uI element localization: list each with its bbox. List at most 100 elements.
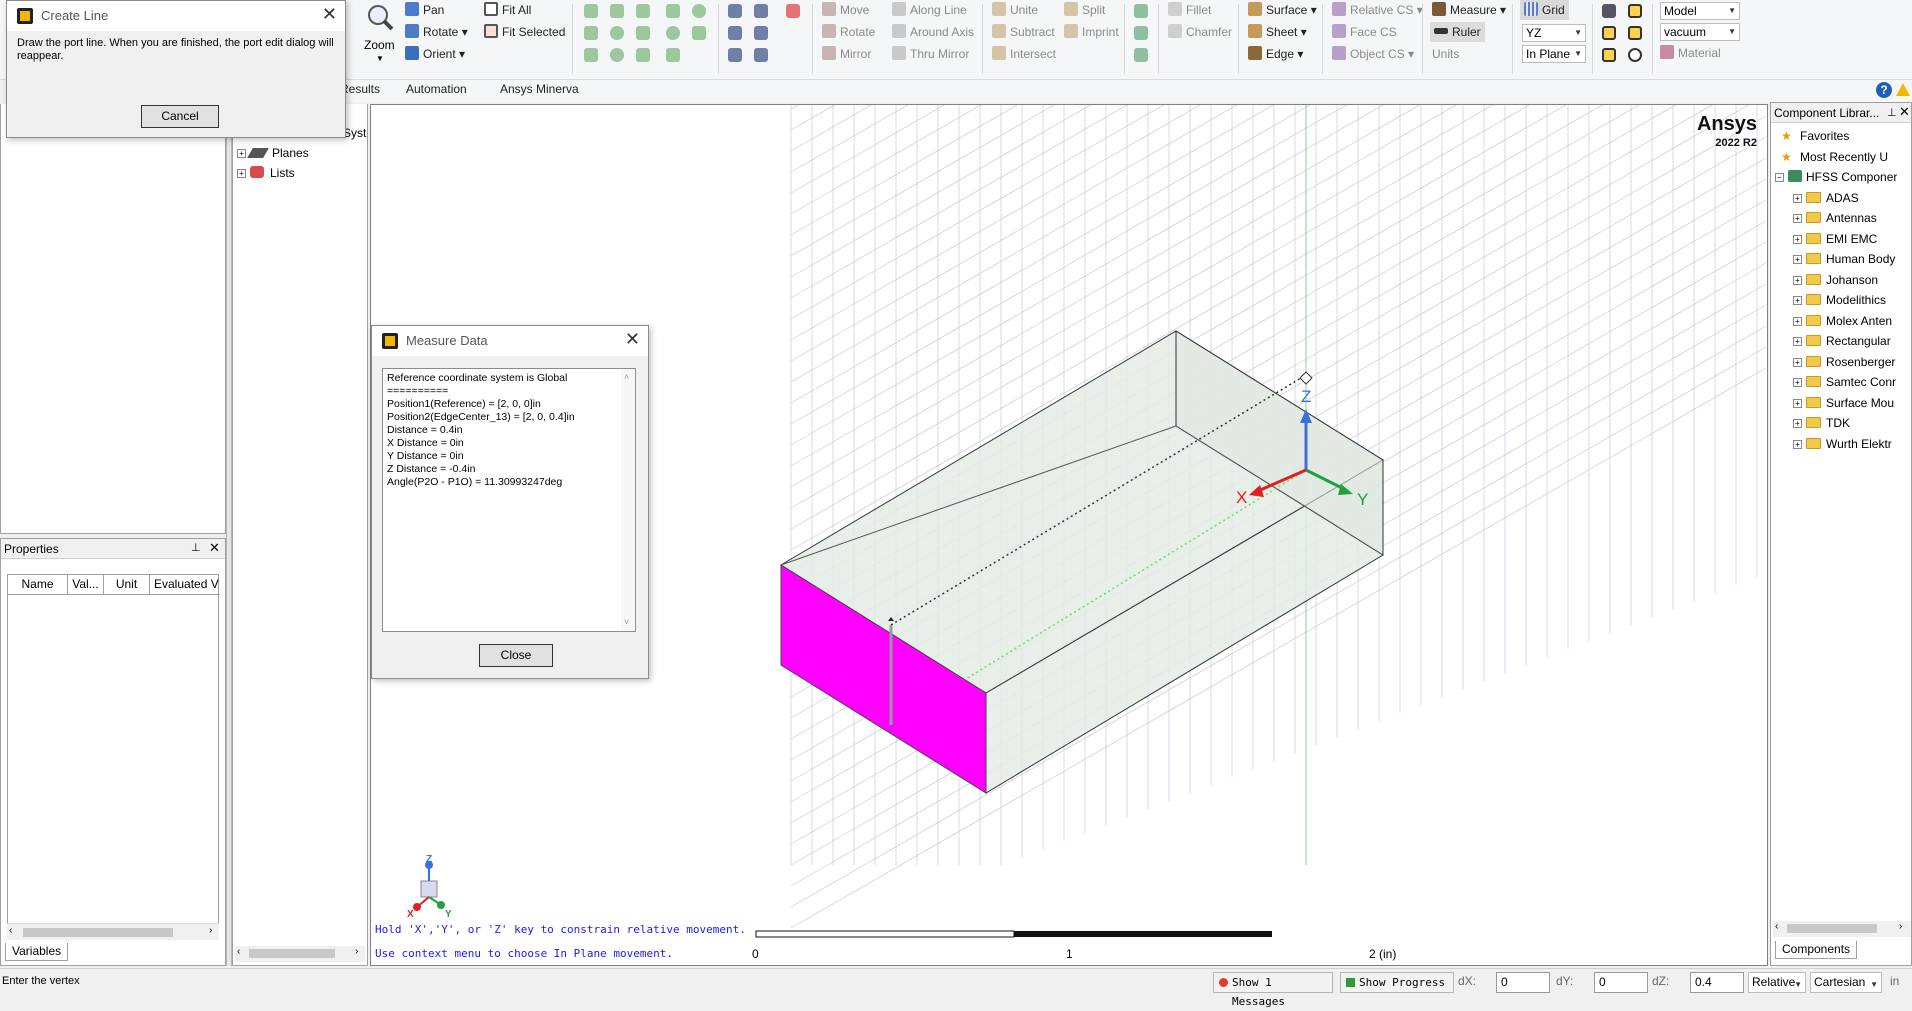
snap-vertex-icon[interactable] xyxy=(1628,4,1642,18)
around-axis-button[interactable]: Around Axis xyxy=(892,22,974,42)
component-library-item[interactable]: + Antennas xyxy=(1793,209,1877,227)
helix-primitive-icon[interactable] xyxy=(636,4,650,18)
fit-all-button[interactable]: Fit All xyxy=(484,0,531,20)
tab-variables[interactable]: Variables xyxy=(5,943,69,961)
sphere-primitive-icon[interactable] xyxy=(610,26,624,40)
component-library-item[interactable]: + Wurth Elektr xyxy=(1793,435,1892,453)
snap-quadrant-icon[interactable] xyxy=(1628,48,1642,62)
chamfer-button[interactable]: Chamfer xyxy=(1168,22,1232,42)
show-messages-button[interactable]: Show 1 Messages xyxy=(1213,972,1333,1008)
bondwire-primitive-icon[interactable] xyxy=(636,48,650,62)
split-button[interactable]: Split xyxy=(1064,0,1105,20)
horizontal-scrollbar[interactable]: ‹ › xyxy=(1773,921,1911,937)
move-button[interactable]: Move xyxy=(822,0,869,20)
ruler-button[interactable]: Ruler xyxy=(1430,22,1485,42)
tree-item-planes[interactable]: + Planes xyxy=(237,144,309,162)
grid-plane-select[interactable]: YZ ▼ xyxy=(1522,24,1586,42)
surface-button[interactable]: Surface ▾ xyxy=(1248,0,1317,20)
component-library-item[interactable]: + Rectangular xyxy=(1793,332,1891,350)
imprint-button[interactable]: Imprint xyxy=(1064,22,1119,42)
component-library-item[interactable]: ★ Most Recently U xyxy=(1781,148,1888,166)
unite-button[interactable]: Unite xyxy=(992,0,1038,20)
close-button[interactable]: Close xyxy=(479,644,553,667)
column-unit[interactable]: Unit xyxy=(104,575,150,595)
equation-curve-icon[interactable] xyxy=(754,26,768,40)
polyline-icon[interactable] xyxy=(728,48,742,62)
ellipse-primitive-icon[interactable] xyxy=(692,4,706,18)
relative-mode-select[interactable]: Relative ▼ xyxy=(1748,972,1806,993)
along-line-button[interactable]: Along Line xyxy=(892,0,967,20)
horizontal-scrollbar[interactable]: ‹ › xyxy=(7,923,219,940)
component-library-item[interactable]: ★ Favorites xyxy=(1781,127,1849,145)
model-select[interactable]: Model ▼ xyxy=(1660,2,1740,20)
horizontal-scrollbar[interactable]: ‹ › xyxy=(235,946,365,962)
rotate-object-button[interactable]: Rotate xyxy=(822,22,875,42)
component-library-item[interactable]: + Human Body xyxy=(1793,250,1895,268)
fillet-button[interactable]: Fillet xyxy=(1168,0,1211,20)
intersect-button[interactable]: Intersect xyxy=(992,44,1056,64)
thicken-icon[interactable] xyxy=(1134,26,1148,40)
polygon-primitive-icon[interactable] xyxy=(692,26,706,40)
component-library-item[interactable]: + Surface Mou xyxy=(1793,394,1894,412)
measure-button[interactable]: Measure ▾ xyxy=(1432,0,1506,20)
component-library-item[interactable]: − HFSS Componer xyxy=(1775,168,1897,186)
coordinate-system-select[interactable]: Cartesian ▼ xyxy=(1810,972,1882,993)
dz-input[interactable]: 0.4 xyxy=(1690,972,1744,993)
dy-input[interactable]: 0 xyxy=(1594,972,1648,993)
component-library-item[interactable]: + Samtec Conr xyxy=(1793,373,1896,391)
material-button[interactable]: Material xyxy=(1660,43,1721,63)
component-library-item[interactable]: + Rosenberger xyxy=(1793,353,1895,371)
zoom-button[interactable]: Zoom ▼ xyxy=(362,2,398,66)
cone-primitive-icon[interactable] xyxy=(610,4,624,18)
tab-ansys-minerva[interactable]: Ansys Minerva xyxy=(500,82,579,96)
column-evaluated[interactable]: Evaluated V xyxy=(150,575,220,595)
component-library-item[interactable]: + TDK xyxy=(1793,414,1850,432)
rotate-view-button[interactable]: Rotate ▾ xyxy=(405,22,468,42)
units-button[interactable]: Units xyxy=(1432,44,1459,64)
circle-primitive-icon[interactable] xyxy=(666,26,680,40)
close-icon[interactable]: ✕ xyxy=(1899,104,1910,120)
help-icon[interactable]: ? xyxy=(1876,82,1892,98)
snap-face-icon[interactable] xyxy=(1628,26,1642,40)
thru-mirror-button[interactable]: Thru Mirror xyxy=(892,44,969,64)
regular-polygon-icon[interactable] xyxy=(666,48,680,62)
connect-icon[interactable] xyxy=(1134,48,1148,62)
component-library-item[interactable]: + Modelithics xyxy=(1793,291,1886,309)
snap-edge-icon[interactable] xyxy=(1602,26,1616,40)
rectangle-primitive-icon[interactable] xyxy=(666,4,680,18)
column-value[interactable]: Val... xyxy=(68,575,104,595)
mirror-button[interactable]: Mirror xyxy=(822,44,871,64)
snap-grid-icon[interactable] xyxy=(1602,4,1616,18)
component-library-item[interactable]: + ADAS xyxy=(1793,189,1859,207)
torus-primitive-icon[interactable] xyxy=(610,48,624,62)
tab-results[interactable]: Results xyxy=(340,82,380,96)
dx-input[interactable]: 0 xyxy=(1496,972,1550,993)
cylinder-primitive-icon[interactable] xyxy=(584,26,598,40)
subtract-button[interactable]: Subtract xyxy=(992,22,1055,42)
line-icon[interactable] xyxy=(728,4,742,18)
edge-button[interactable]: Edge ▾ xyxy=(1248,44,1303,64)
relative-cs-button[interactable]: Relative CS ▾ xyxy=(1332,0,1423,20)
tree-item-lists[interactable]: + Lists xyxy=(237,164,295,182)
cancel-button[interactable]: Cancel xyxy=(141,105,219,128)
material-select[interactable]: vacuum ▼ xyxy=(1660,23,1740,41)
column-name[interactable]: Name xyxy=(8,575,68,595)
component-library-item[interactable]: + Molex Anten xyxy=(1793,312,1892,330)
vertical-scrollbar[interactable]: ˄ ˅ xyxy=(621,369,635,631)
box-solid[interactable] xyxy=(780,330,1384,794)
close-icon[interactable]: ✕ xyxy=(209,540,220,556)
spiral-primitive-icon[interactable] xyxy=(636,26,650,40)
pan-button[interactable]: Pan xyxy=(405,0,444,20)
component-library-item[interactable]: + Johanson xyxy=(1793,271,1878,289)
component-library-item[interactable]: + EMI EMC xyxy=(1793,230,1877,248)
arc-icon[interactable] xyxy=(754,4,768,18)
tab-automation[interactable]: Automation xyxy=(406,82,467,96)
box-primitive-icon[interactable] xyxy=(584,4,598,18)
prism-primitive-icon[interactable] xyxy=(584,48,598,62)
pin-icon[interactable]: ⊥ xyxy=(191,541,201,554)
snap-center-icon[interactable] xyxy=(1602,48,1616,62)
orient-button[interactable]: Orient ▾ xyxy=(405,44,465,64)
pin-icon[interactable]: ⊥ xyxy=(1887,106,1897,119)
face-cs-button[interactable]: Face CS xyxy=(1332,22,1397,42)
point-icon[interactable] xyxy=(754,48,768,62)
